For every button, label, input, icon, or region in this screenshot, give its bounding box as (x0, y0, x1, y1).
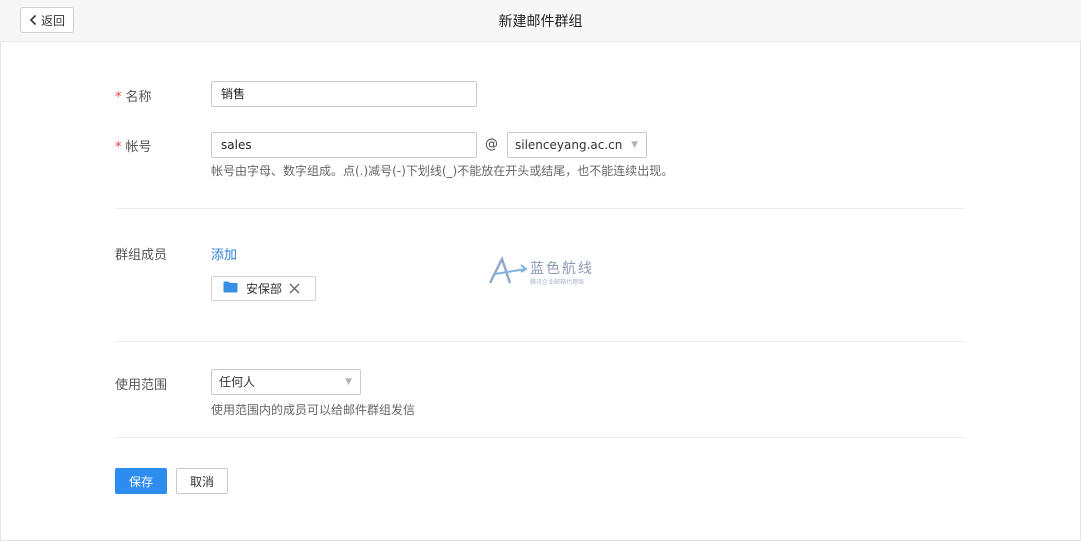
page-title: 新建邮件群组 (498, 14, 583, 30)
logo-mark-icon (488, 255, 528, 284)
watermark-text: 蓝色航线 (530, 261, 594, 277)
scope-hint: 使用范围内的成员可以给邮件群组发信 (211, 403, 416, 417)
domain-select-value: silenceyang.ac.cn (515, 138, 623, 152)
watermark-subtext: 腾讯企业邮箱代理商 (530, 279, 585, 286)
account-label: * 帐号 (115, 136, 152, 155)
name-label-text: 名称 (125, 90, 152, 105)
close-icon[interactable] (289, 283, 300, 294)
add-member-link[interactable]: 添加 (211, 244, 237, 263)
scope-select-value: 任何人 (219, 375, 256, 389)
top-bar: 返回 新建邮件群组 (0, 0, 1081, 42)
save-button[interactable]: 保存 (115, 468, 167, 494)
required-mark: * (115, 90, 122, 105)
folder-icon (223, 281, 238, 296)
section-divider (115, 341, 965, 342)
section-divider (115, 437, 965, 438)
caret-down-icon: ▼ (345, 377, 352, 387)
member-chip: 安保部 (211, 276, 316, 301)
at-symbol: @ (485, 137, 498, 152)
scope-select[interactable]: 任何人 ▼ (211, 369, 361, 395)
account-label-text: 帐号 (125, 140, 152, 155)
name-input[interactable]: 销售 (211, 81, 477, 107)
name-label: * 名称 (115, 86, 152, 105)
watermark-logo: 蓝色航线 腾讯企业邮箱代理商 (488, 255, 608, 288)
scope-label: 使用范围 (115, 378, 168, 393)
account-input[interactable]: sales (211, 132, 477, 158)
caret-down-icon: ▼ (631, 140, 638, 150)
members-label: 群组成员 (115, 248, 168, 263)
cancel-button[interactable]: 取消 (176, 468, 228, 494)
required-mark: * (115, 140, 122, 155)
domain-select[interactable]: silenceyang.ac.cn ▼ (507, 132, 647, 158)
section-divider (115, 208, 965, 209)
member-chip-label: 安保部 (246, 282, 283, 296)
account-hint: 帐号由字母、数字组成。点(.)减号(-)下划线(_)不能放在开头或结尾，也不能连… (211, 164, 674, 178)
